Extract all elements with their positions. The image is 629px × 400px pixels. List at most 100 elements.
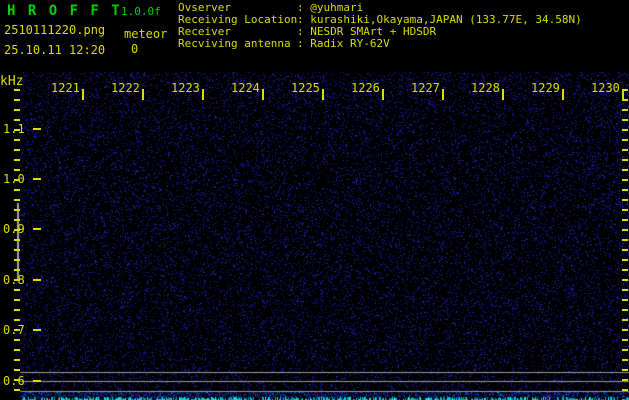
- app-version: 1.0.0f: [121, 5, 161, 18]
- freq-minor-tick-left: [14, 159, 20, 161]
- freq-minor-tick-left: [14, 189, 20, 191]
- freq-minor-tick-right: [622, 109, 628, 111]
- time-tick-mark: [82, 89, 84, 100]
- freq-minor-tick-left: [14, 209, 20, 211]
- freq-minor-tick-left: [14, 109, 20, 111]
- freq-tick-label: 0.6: [3, 374, 25, 388]
- freq-minor-tick-right: [622, 179, 628, 181]
- freq-minor-tick-left: [14, 219, 20, 221]
- freq-minor-tick-left: [14, 199, 20, 201]
- freq-minor-tick-left: [14, 279, 20, 281]
- frequency-unit-label: kHz: [0, 74, 24, 89]
- freq-minor-tick-left: [14, 319, 20, 321]
- freq-minor-tick-right: [622, 269, 628, 271]
- time-tick-label: 1225: [291, 81, 320, 95]
- freq-minor-tick-right: [622, 209, 628, 211]
- freq-minor-tick-right: [622, 149, 628, 151]
- freq-minor-tick-left: [14, 149, 20, 151]
- time-tick-label: 1229: [531, 81, 560, 95]
- freq-minor-tick-right: [622, 289, 628, 291]
- app-title: H R O F F T: [7, 3, 122, 19]
- freq-minor-tick-left: [14, 249, 20, 251]
- freq-minor-tick-left: [14, 359, 20, 361]
- info-row: Recviving antenna: Radix RY-62V: [178, 38, 582, 50]
- freq-minor-tick-left: [14, 229, 20, 231]
- freq-minor-tick-left: [14, 119, 20, 121]
- freq-minor-tick-left: [14, 239, 20, 241]
- freq-minor-tick-right: [622, 389, 628, 391]
- time-tick-mark: [562, 89, 564, 100]
- freq-minor-tick-right: [622, 219, 628, 221]
- freq-minor-tick-left: [14, 289, 20, 291]
- freq-minor-tick-right: [622, 359, 628, 361]
- freq-minor-tick-right: [622, 189, 628, 191]
- freq-minor-tick-right: [622, 129, 628, 131]
- freq-major-tick: [33, 228, 41, 230]
- freq-major-tick: [33, 178, 41, 180]
- freq-minor-tick-right: [622, 319, 628, 321]
- freq-minor-tick-left: [14, 379, 20, 381]
- hrofft-window: H R O F F T 1.0.0f 2510111220.png meteor…: [0, 0, 629, 400]
- freq-minor-tick-right: [622, 259, 628, 261]
- time-tick-mark: [202, 89, 204, 100]
- info-colon: :: [297, 37, 311, 50]
- freq-minor-tick-right: [622, 239, 628, 241]
- freq-minor-tick-left: [14, 139, 20, 141]
- freq-minor-tick-left: [14, 329, 20, 331]
- time-tick-label: 1228: [471, 81, 500, 95]
- freq-minor-tick-left: [14, 339, 20, 341]
- freq-minor-tick-left: [14, 89, 20, 91]
- time-tick-label: 1222: [111, 81, 140, 95]
- freq-major-tick: [33, 128, 41, 130]
- freq-minor-tick-left: [14, 389, 20, 391]
- freq-minor-tick-right: [622, 379, 628, 381]
- time-tick-label: 1226: [351, 81, 380, 95]
- freq-minor-tick-right: [622, 229, 628, 231]
- output-filename: 2510111220.png: [4, 23, 106, 37]
- time-tick-label: 1221: [51, 81, 80, 95]
- time-tick-mark: [442, 89, 444, 100]
- freq-minor-tick-right: [622, 99, 628, 101]
- freq-major-tick: [33, 329, 41, 331]
- info-value: Radix RY-62V: [310, 37, 390, 50]
- freq-major-tick: [33, 380, 41, 382]
- time-tick-mark: [262, 89, 264, 100]
- freq-minor-tick-left: [14, 259, 20, 261]
- freq-minor-tick-left: [14, 269, 20, 271]
- freq-minor-tick-left: [14, 169, 20, 171]
- freq-major-tick: [33, 279, 41, 281]
- info-label: Recviving antenna: [178, 37, 291, 50]
- freq-minor-tick-left: [14, 299, 20, 301]
- freq-minor-tick-right: [622, 339, 628, 341]
- time-tick-mark: [502, 89, 504, 100]
- time-tick-mark: [382, 89, 384, 100]
- time-tick-label: 1227: [411, 81, 440, 95]
- freq-minor-tick-right: [622, 199, 628, 201]
- freq-minor-tick-left: [14, 99, 20, 101]
- freq-minor-tick-left: [14, 309, 20, 311]
- time-tick-label: 1230: [591, 81, 620, 95]
- freq-minor-tick-left: [14, 349, 20, 351]
- freq-minor-tick-right: [622, 89, 628, 91]
- freq-minor-tick-left: [14, 129, 20, 131]
- freq-minor-tick-right: [622, 139, 628, 141]
- time-tick-mark: [142, 89, 144, 100]
- freq-minor-tick-right: [622, 249, 628, 251]
- freq-minor-tick-right: [622, 349, 628, 351]
- freq-minor-tick-right: [622, 309, 628, 311]
- freq-minor-tick-right: [622, 329, 628, 331]
- station-name: meteor: [124, 27, 168, 41]
- time-tick-label: 1223: [171, 81, 200, 95]
- freq-minor-tick-right: [622, 169, 628, 171]
- freq-minor-tick-right: [622, 299, 628, 301]
- spectrogram-plot: [0, 70, 629, 400]
- freq-minor-tick-left: [14, 369, 20, 371]
- freq-minor-tick-right: [622, 369, 628, 371]
- echo-count: 0: [131, 42, 139, 56]
- time-tick-mark: [322, 89, 324, 100]
- observation-datetime: 25.10.11 12:20: [4, 43, 106, 57]
- freq-minor-tick-left: [14, 179, 20, 181]
- station-info-block: Ovserver: @yuhmari Receiving Location: ku…: [178, 2, 582, 50]
- time-tick-label: 1224: [231, 81, 260, 95]
- header-bar: H R O F F T 1.0.0f 2510111220.png meteor…: [0, 0, 629, 70]
